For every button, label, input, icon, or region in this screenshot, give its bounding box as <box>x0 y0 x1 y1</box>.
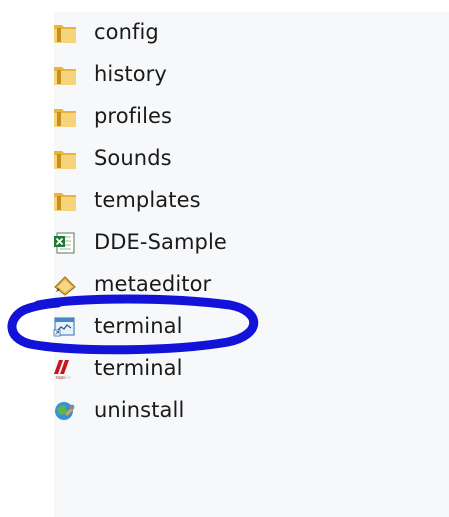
list-item-history[interactable]: history <box>52 54 292 96</box>
excel-icon <box>52 231 78 255</box>
terminal-app-icon: FXDD <box>52 357 78 381</box>
list-item-config[interactable]: config <box>52 12 292 54</box>
file-name: terminal <box>94 356 183 380</box>
list-item-uninstall[interactable]: uninstall <box>52 390 292 432</box>
file-name: terminal <box>94 314 183 338</box>
file-name: Sounds <box>94 146 172 170</box>
folder-icon <box>52 105 78 129</box>
file-name: uninstall <box>94 398 185 422</box>
folder-icon <box>52 63 78 87</box>
uninstall-icon <box>52 399 78 423</box>
file-list: config history profiles Sounds templates… <box>52 12 292 432</box>
folder-icon <box>52 189 78 213</box>
file-name: profiles <box>94 104 173 128</box>
metaeditor-icon <box>52 273 78 297</box>
list-item-terminal-window[interactable]: terminal <box>52 306 292 348</box>
file-name: metaeditor <box>94 272 212 296</box>
folder-icon <box>52 147 78 171</box>
file-name: history <box>94 62 167 86</box>
folder-icon <box>52 21 78 45</box>
svg-text:FXDD: FXDD <box>56 376 65 380</box>
list-item-templates[interactable]: templates <box>52 180 292 222</box>
file-name: config <box>94 20 159 44</box>
list-item-terminal-app[interactable]: FXDD terminal <box>52 348 292 390</box>
list-item-sounds[interactable]: Sounds <box>52 138 292 180</box>
explorer-view: config history profiles Sounds templates… <box>0 0 449 517</box>
list-item-metaeditor[interactable]: metaeditor <box>52 264 292 306</box>
list-item-dde-sample[interactable]: DDE-Sample <box>52 222 292 264</box>
file-name: DDE-Sample <box>94 230 227 254</box>
list-item-profiles[interactable]: profiles <box>52 96 292 138</box>
terminal-window-icon <box>52 315 78 339</box>
file-name: templates <box>94 188 201 212</box>
